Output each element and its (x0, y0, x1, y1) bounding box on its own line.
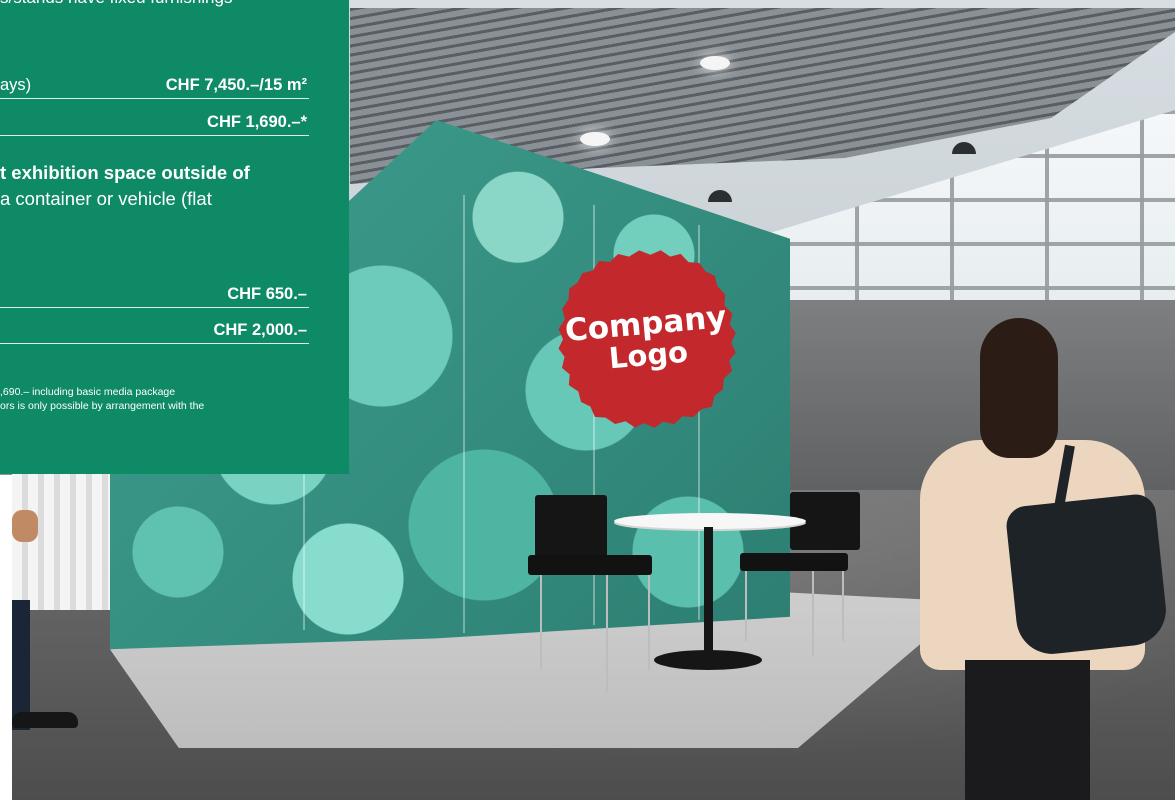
price-row: CHF 2,000.– (0, 321, 309, 344)
price-row: CHF 1,690.–* (0, 113, 309, 136)
woman-hair (980, 318, 1058, 458)
price-row: CHF 650.– (0, 285, 309, 308)
pricing-info-panel: s/stands have fixed furnishings ays) CHF… (0, 0, 349, 474)
backdrop-seam (463, 195, 465, 633)
price-row-label: ays) (0, 76, 32, 94)
chair-left-back (535, 495, 607, 557)
price-row: ays) CHF 7,450.–/15 m² (0, 76, 309, 99)
visitor-shoe (12, 712, 78, 728)
footnote: ,690.– including basic media package (0, 386, 176, 398)
tote-bag (1004, 492, 1170, 658)
bistro-table-leg (704, 527, 713, 659)
chair-leg (648, 575, 650, 670)
price-row-value: CHF 2,000.– (213, 321, 307, 339)
chair-leg (745, 571, 747, 641)
ceiling-lamp (700, 56, 730, 70)
chair-right-seat (740, 553, 848, 571)
ceiling-lamp (952, 142, 976, 154)
bistro-table-base (654, 650, 762, 670)
intro-text: s/stands have fixed furnishings (0, 0, 349, 8)
section-heading-line2: a container or vehicle (flat (0, 188, 212, 209)
footnote: ors is only possible by arrangement with… (0, 400, 205, 412)
page-margin (0, 475, 12, 800)
section-heading-line1: t exhibition space outside of (0, 162, 250, 183)
woman-pants (965, 660, 1090, 800)
chair-leg (540, 575, 542, 670)
visitor-hand (12, 510, 38, 542)
visitor-leg (12, 600, 30, 730)
chair-leg (842, 571, 844, 641)
logo-text-logo: Logo (607, 334, 690, 376)
price-row-value: CHF 1,690.–* (207, 113, 307, 131)
chair-left-seat (528, 555, 652, 575)
price-row-value: CHF 7,450.–/15 m² (165, 76, 307, 94)
chair-leg (812, 571, 814, 656)
ceiling-lamp (580, 132, 610, 146)
chair-leg (606, 575, 608, 693)
price-row-value: CHF 650.– (227, 285, 307, 303)
ceiling-lamp (708, 190, 732, 202)
